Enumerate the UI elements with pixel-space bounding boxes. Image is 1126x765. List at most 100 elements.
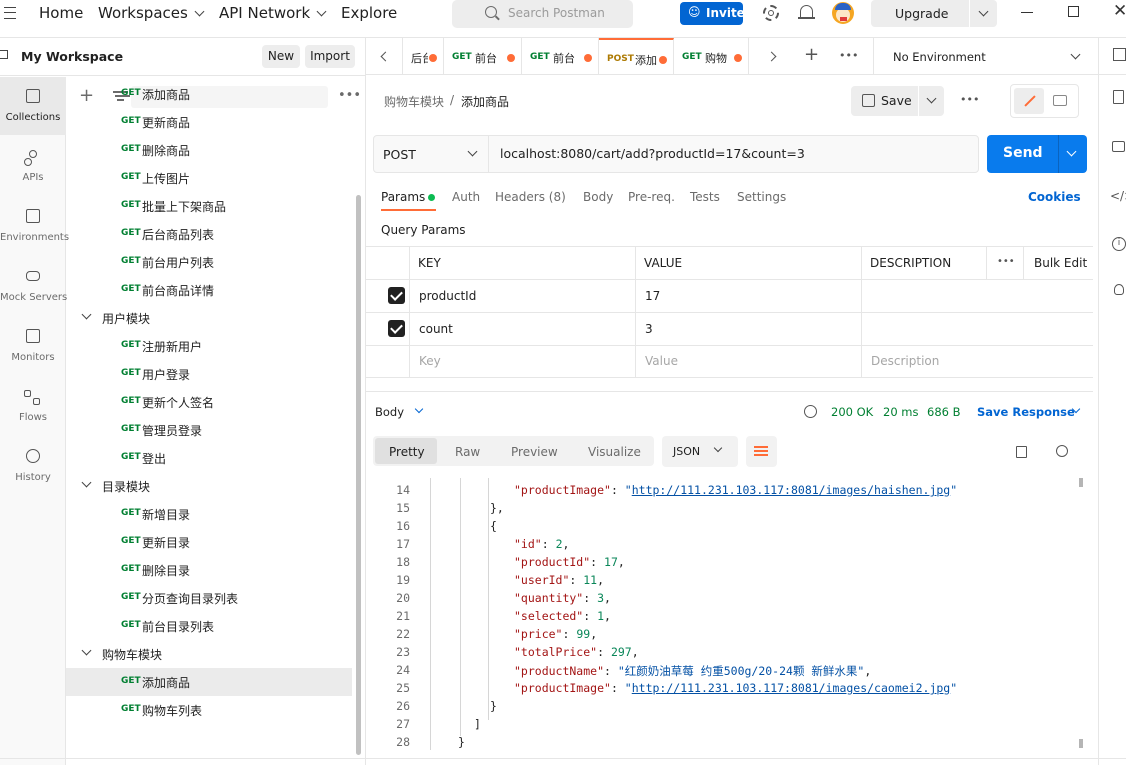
chevron-down-icon[interactable] — [414, 404, 424, 414]
maximize-icon[interactable] — [1068, 6, 1079, 17]
rail-history[interactable]: History — [0, 437, 66, 495]
request-item[interactable]: GET 登出 — [66, 444, 352, 472]
rail-apis[interactable]: APIs — [0, 137, 66, 195]
search-input[interactable]: Search Postman — [452, 0, 633, 28]
comment-view-icon[interactable] — [1053, 95, 1067, 106]
tab-pre-request[interactable]: Pre-req. — [628, 190, 675, 204]
code-icon[interactable]: </> — [1110, 189, 1126, 203]
response-body-label[interactable]: Body — [375, 405, 404, 419]
code-scrollbar[interactable] — [1079, 478, 1083, 487]
param-value[interactable]: 17 — [645, 289, 660, 303]
search-icon[interactable] — [1056, 445, 1068, 457]
chevron-down-icon[interactable] — [926, 93, 937, 104]
nav-home[interactable]: Home — [39, 4, 83, 22]
send-button[interactable]: Send — [987, 135, 1087, 173]
request-item[interactable]: GET 前台目录列表 — [66, 612, 352, 640]
wrap-lines-button[interactable] — [746, 436, 777, 467]
request-more-icon[interactable]: ••• — [960, 93, 979, 106]
avatar[interactable] — [832, 2, 854, 24]
save-button[interactable]: Save — [851, 86, 944, 116]
folder-item[interactable]: 用户模块 — [66, 304, 352, 332]
environment-select[interactable]: No Environment — [893, 50, 986, 64]
close-icon[interactable]: ✕ — [1113, 3, 1126, 20]
request-tab[interactable]: POST 添加 — [599, 38, 674, 75]
workspace-name[interactable]: My Workspace — [21, 49, 123, 64]
chevron-down-icon[interactable] — [81, 645, 92, 656]
notification-bell-icon[interactable] — [798, 5, 815, 19]
tab-body[interactable]: Body — [583, 190, 613, 204]
new-tab-icon[interactable]: + — [804, 46, 819, 64]
tab-scroll-left-icon[interactable] — [380, 51, 391, 62]
request-item[interactable]: GET 删除目录 — [66, 556, 352, 584]
request-tab[interactable]: 后台 — [403, 38, 444, 75]
lightbulb-icon[interactable] — [1114, 284, 1124, 295]
row-checkbox[interactable] — [388, 287, 405, 304]
save-response-button[interactable]: Save Response — [977, 405, 1075, 419]
cookies-link[interactable]: Cookies — [1028, 190, 1081, 204]
request-item[interactable]: GET 注册新用户 — [66, 332, 352, 360]
tab-params[interactable]: Params — [381, 190, 425, 204]
request-item[interactable]: GET 后台商品列表 — [66, 220, 352, 248]
key-placeholder[interactable]: Key — [419, 354, 441, 368]
request-item[interactable]: GET 更新目录 — [66, 528, 352, 556]
sidebar-scrollbar[interactable] — [356, 195, 361, 755]
description-placeholder[interactable]: Description — [871, 354, 939, 368]
tab-settings[interactable]: Settings — [737, 190, 786, 204]
bulk-edit-button[interactable]: Bulk Edit — [1034, 256, 1087, 270]
new-button[interactable]: New — [262, 45, 300, 68]
request-item[interactable]: GET 删除商品 — [66, 136, 352, 164]
param-key[interactable]: count — [419, 322, 453, 336]
copy-icon[interactable] — [1016, 446, 1027, 458]
tab-more-icon[interactable]: ••• — [839, 49, 858, 62]
request-item[interactable]: GET 批量上下架商品 — [66, 192, 352, 220]
request-item[interactable]: GET 前台用户列表 — [66, 248, 352, 276]
request-item[interactable]: GET 前台商品详情 — [66, 276, 352, 304]
request-item[interactable]: GET 购物车列表 — [66, 696, 352, 724]
value-placeholder[interactable]: Value — [645, 354, 678, 368]
invite-button[interactable]: ☺ Invite — [680, 2, 745, 25]
request-item[interactable]: GET 更新商品 — [66, 108, 352, 136]
rail-environments[interactable]: Environments — [0, 197, 69, 255]
documentation-icon[interactable] — [1113, 90, 1124, 104]
request-item[interactable]: GET 新增目录 — [66, 500, 352, 528]
tab-preview[interactable]: Preview — [511, 445, 558, 459]
tab-raw[interactable]: Raw — [455, 445, 480, 459]
nav-explore[interactable]: Explore — [341, 4, 397, 22]
rail-monitors[interactable]: Monitors — [0, 317, 66, 375]
tab-visualize[interactable]: Visualize — [588, 445, 641, 459]
folder-item[interactable]: 目录模块 — [66, 472, 352, 500]
tab-scroll-right-icon[interactable] — [766, 51, 777, 62]
chevron-down-icon[interactable] — [81, 309, 92, 320]
rail-flows[interactable]: Flows — [0, 377, 66, 435]
edit-pencil-icon[interactable] — [1014, 88, 1044, 114]
request-item[interactable]: GET 用户登录 — [66, 360, 352, 388]
url-input[interactable]: localhost:8080/cart/add?productId=17&cou… — [500, 146, 805, 161]
chevron-down-icon[interactable] — [81, 477, 92, 488]
param-value[interactable]: 3 — [645, 322, 653, 336]
request-tab[interactable]: GET 前台 — [444, 38, 522, 75]
tab-headers[interactable]: Headers (8) — [495, 190, 566, 204]
request-item[interactable]: GET 更新个人签名 — [66, 388, 352, 416]
request-item[interactable]: GET 添加商品 — [66, 668, 352, 696]
chevron-down-icon[interactable] — [978, 6, 989, 17]
tab-pretty[interactable]: Pretty — [389, 445, 425, 459]
menu-icon[interactable] — [4, 7, 16, 19]
settings-icon[interactable] — [763, 5, 779, 21]
chevron-down-icon[interactable] — [1070, 49, 1081, 60]
rail-mock-servers[interactable]: Mock Servers — [0, 257, 67, 315]
breadcrumb-parent[interactable]: 购物车模块 — [384, 93, 444, 110]
request-item[interactable]: GET 添加商品 — [66, 80, 352, 108]
column-options-icon[interactable]: ••• — [997, 256, 1015, 267]
row-checkbox[interactable] — [388, 320, 405, 337]
import-button[interactable]: Import — [305, 45, 355, 68]
nav-workspaces[interactable]: Workspaces — [98, 4, 205, 22]
info-icon[interactable]: i — [1112, 237, 1126, 251]
nav-api-network[interactable]: API Network — [219, 4, 327, 22]
method-select[interactable]: POST — [373, 135, 489, 173]
code-scrollbar-end[interactable] — [1079, 739, 1083, 748]
request-item[interactable]: GET 管理员登录 — [66, 416, 352, 444]
folder-item[interactable]: 购物车模块 — [66, 640, 352, 668]
upgrade-button[interactable]: Upgrade — [871, 0, 997, 27]
minimize-icon[interactable] — [1021, 12, 1033, 14]
param-key[interactable]: productId — [419, 289, 476, 303]
